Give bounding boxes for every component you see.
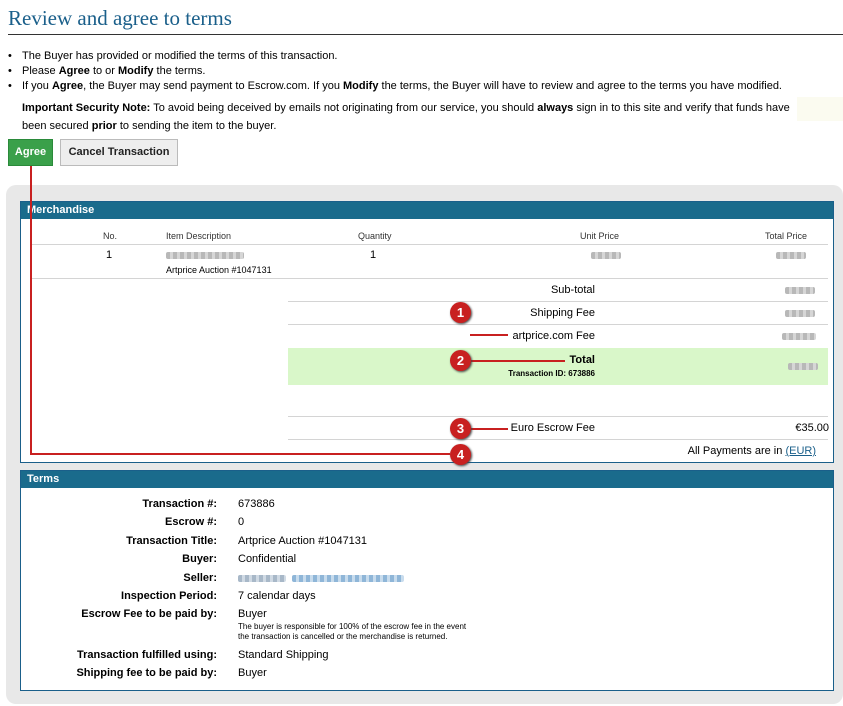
redacted-item-name xyxy=(166,252,244,259)
item-quantity: 1 xyxy=(370,249,377,261)
instruction-item: If you Agree, the Buyer may send payment… xyxy=(8,79,838,94)
term-value: Confidential xyxy=(238,553,297,565)
transaction-id-label: Transaction ID: 673886 xyxy=(508,369,595,378)
annotation-marker-3: 3 xyxy=(450,418,471,439)
annotation-connector xyxy=(470,428,508,430)
term-label: Escrow Fee to be paid by: xyxy=(81,608,217,620)
summary-divider xyxy=(288,301,828,302)
annotation-connector xyxy=(30,453,450,455)
column-header-total-price: Total Price xyxy=(765,231,808,241)
term-value: Standard Shipping xyxy=(238,649,329,661)
column-header-description: Item Description xyxy=(166,231,232,241)
summary-divider xyxy=(288,416,828,417)
redacted-total-price xyxy=(776,252,806,259)
payments-currency-note: All Payments are in (EUR) xyxy=(688,445,816,457)
annotation-marker-4: 4 xyxy=(450,444,471,465)
instruction-bold: Modify xyxy=(343,80,379,92)
escrow-fee-note-line: The buyer is responsible for 100% of the… xyxy=(238,622,467,631)
instruction-text: Please xyxy=(22,65,59,77)
table-divider xyxy=(30,278,828,279)
instruction-text: to or xyxy=(89,65,119,77)
term-label: Seller: xyxy=(183,572,217,584)
merchandise-section: Merchandise xyxy=(20,201,834,463)
security-note-label: Important Security Note: xyxy=(22,102,151,114)
escrow-fee-note-line: the transaction is cancelled or the merc… xyxy=(238,632,448,641)
redacted-unit-price xyxy=(591,252,621,259)
redacted-seller-email xyxy=(292,575,404,582)
redacted-artprice-fee xyxy=(782,333,816,340)
instruction-text: the terms, the Buyer will have to review… xyxy=(378,80,783,92)
subtotal-label: Sub-total xyxy=(550,284,595,296)
instruction-bold: Agree xyxy=(58,65,90,77)
escrow-fee-note: The buyer is responsible for 100% of the… xyxy=(238,622,466,642)
term-value: Buyer xyxy=(238,608,267,620)
security-note-bold: prior xyxy=(91,120,117,132)
term-label: Transaction #: xyxy=(142,498,217,510)
column-header-quantity: Quantity xyxy=(358,231,392,241)
redacted-subtotal xyxy=(785,287,815,294)
euro-escrow-fee-value: €35.00 xyxy=(795,422,829,434)
payments-text: All Payments are in xyxy=(687,445,786,457)
term-value: 7 calendar days xyxy=(238,590,316,602)
term-label: Buyer: xyxy=(182,553,217,565)
annotation-connector xyxy=(30,166,32,455)
annotation-marker-2: 2 xyxy=(450,350,471,371)
summary-divider xyxy=(288,324,828,325)
item-description: Artprice Auction #1047131 xyxy=(166,265,272,275)
column-header-unit-price: Unit Price xyxy=(580,231,620,241)
instruction-bold: Modify xyxy=(118,65,154,77)
instruction-item: The Buyer has provided or modified the t… xyxy=(8,49,838,64)
agree-button[interactable]: Agree xyxy=(8,139,53,166)
total-label: Total xyxy=(569,354,595,366)
term-label: Shipping fee to be paid by: xyxy=(76,667,217,679)
artprice-fee-label: artprice.com Fee xyxy=(512,330,595,342)
shipping-fee-label: Shipping Fee xyxy=(530,307,595,319)
annotation-connector xyxy=(470,334,508,336)
column-header-no: No. xyxy=(103,231,118,241)
item-number: 1 xyxy=(106,249,113,261)
term-label: Inspection Period: xyxy=(121,590,217,602)
instruction-bold: Agree xyxy=(51,80,84,92)
instructions-list: The Buyer has provided or modified the t… xyxy=(8,49,838,94)
cancel-transaction-button[interactable]: Cancel Transaction xyxy=(60,139,178,166)
redacted-shipping-fee xyxy=(785,310,815,317)
page-title: Review and agree to terms xyxy=(8,6,232,30)
term-value: 0 xyxy=(238,516,245,528)
term-label: Transaction fulfilled using: xyxy=(77,649,217,661)
euro-escrow-fee-label: Euro Escrow Fee xyxy=(510,422,595,434)
annotation-marker-1: 1 xyxy=(450,302,471,323)
security-note-text: To avoid being deceived by emails not or… xyxy=(150,102,538,114)
summary-divider xyxy=(288,439,828,440)
term-label: Escrow #: xyxy=(165,516,217,528)
term-label: Transaction Title: xyxy=(126,535,217,547)
table-divider xyxy=(30,244,828,245)
instruction-text: , the Buyer may send payment to Escrow.c… xyxy=(83,80,343,92)
redacted-total xyxy=(788,363,818,370)
instruction-text: The Buyer has provided or modified the t… xyxy=(22,50,338,62)
term-value: 673886 xyxy=(238,498,275,510)
term-value: Artprice Auction #1047131 xyxy=(238,535,368,547)
instruction-item: Please Agree to or Modify the terms. xyxy=(8,64,838,79)
title-divider xyxy=(8,34,843,35)
term-value: Buyer xyxy=(238,667,267,679)
redacted-seller-name xyxy=(238,575,286,582)
total-row: Total Transaction ID: 673886 xyxy=(288,348,828,385)
security-note: Important Security Note: To avoid being … xyxy=(22,99,812,135)
currency-link[interactable]: (EUR) xyxy=(785,445,816,457)
instruction-text: the terms. xyxy=(153,65,206,77)
merchandise-heading: Merchandise xyxy=(21,202,833,219)
security-note-bold: always xyxy=(537,102,574,114)
security-note-text: to sending the item to the buyer. xyxy=(116,120,277,132)
instruction-text: If you xyxy=(22,80,52,92)
terms-heading: Terms xyxy=(21,471,833,488)
annotation-connector xyxy=(470,360,565,362)
